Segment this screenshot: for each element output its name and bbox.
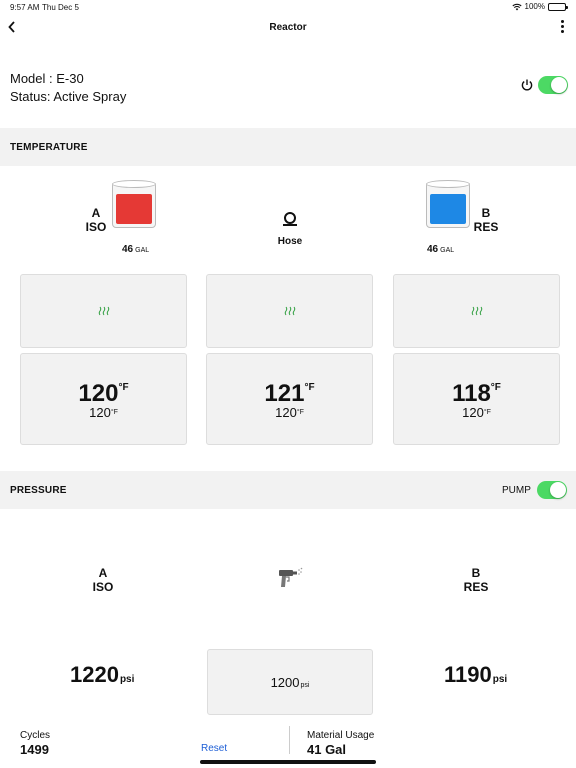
iso-tank-liquid [116,194,152,224]
iso-pressure-value: 1220psi [70,662,135,687]
iso-letter: A [91,206,101,220]
page-title: Reactor [269,22,307,33]
material-usage-value: 41 Gal [307,742,347,757]
status-bar: 9:57 AM Thu Dec 5 100% [0,0,576,14]
pressure-setpoint-button[interactable]: 1200psi [207,649,373,715]
res-pressure-value: 1190psi [444,662,508,687]
iso-tank [112,180,156,228]
hose-actual-temp: 121°F [264,380,315,407]
reset-button[interactable]: Reset [201,743,227,754]
res-temperature-card[interactable]: 118°F 120°F [393,353,560,445]
model-label: Model : E-30 [10,71,84,86]
heater-icon [471,306,482,316]
iso-setpoint-temp: 120°F [89,405,118,420]
hose-label: Hose [277,236,303,247]
battery-percent: 100% [524,2,545,11]
pressure-setpoint-value: 1200psi [270,675,310,690]
heater-icon [98,306,109,316]
res-tank [426,180,470,228]
temperature-section-header: TEMPERATURE [0,128,576,166]
heater-icon [284,306,295,316]
temperature-header-label: TEMPERATURE [10,142,88,153]
res-name: RES [473,220,499,234]
reactor-info: Model : E-30 Status: Active Spray [0,42,576,128]
hose-temperature-card[interactable]: 121°F 120°F [206,353,373,445]
res-pressure-letter: B [471,566,481,580]
res-tank-liquid [430,194,466,224]
cycles-label: Cycles [20,730,51,741]
res-letter: B [481,206,491,220]
res-pressure-label: B RES [456,566,496,594]
status-right: 100% [511,2,568,11]
res-pressure-name: RES [463,580,489,594]
hose-setpoint-temp: 120°F [275,405,304,420]
hose-icon [283,212,297,226]
status-date: Thu Dec 5 [42,3,79,12]
power-toggle[interactable] [538,76,568,94]
home-indicator[interactable] [200,760,376,764]
material-usage-label: Material Usage [307,730,375,741]
iso-gallons: 46 GAL [122,244,150,255]
iso-temp-label: A ISO [80,206,112,234]
iso-name: ISO [85,220,107,234]
res-heater-button[interactable] [393,274,560,348]
status-time: 9:57 AM [10,3,40,12]
pressure-header-label: PRESSURE [10,485,67,496]
res-gallons: 46 GAL [427,244,455,255]
iso-heater-button[interactable] [20,274,187,348]
power-icon [521,79,533,91]
res-actual-temp: 118°F [452,380,501,407]
iso-actual-temp: 120°F [78,380,129,407]
hose-heater-button[interactable] [206,274,373,348]
cycles-value: 1499 [20,742,49,757]
pressure-section-header: PRESSURE [0,471,576,509]
pump-label: PUMP [502,485,531,496]
more-vertical-icon[interactable] [561,20,564,33]
iso-pressure-name: ISO [92,580,114,594]
footer-divider [289,726,290,754]
battery-icon [548,2,568,11]
navigation-bar: Reactor [0,14,576,42]
res-temp-label: B RES [470,206,502,234]
pump-toggle[interactable] [537,481,567,499]
spray-gun-icon [279,567,303,587]
iso-pressure-label: A ISO [83,566,123,594]
iso-pressure-letter: A [98,566,108,580]
res-setpoint-temp: 120°F [462,405,491,420]
wifi-icon [511,3,522,10]
status-label: Status: Active Spray [10,89,127,104]
iso-temperature-card[interactable]: 120°F 120°F [20,353,187,445]
